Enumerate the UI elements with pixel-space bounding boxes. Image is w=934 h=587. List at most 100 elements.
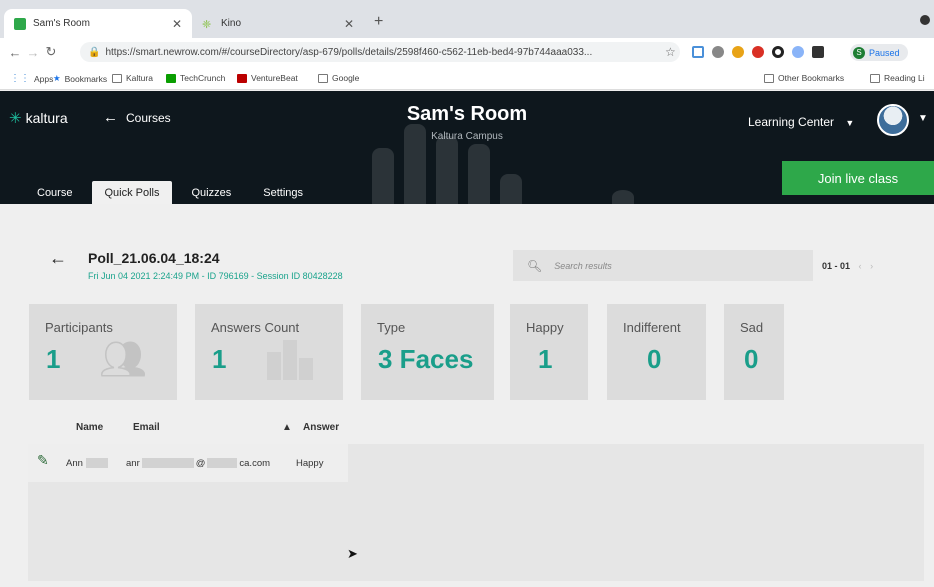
tab-title: Sam's Room [33,18,90,29]
caret-down-icon[interactable]: ▼ [918,113,928,124]
tab-title: Kino [221,18,242,29]
extension-lock-icon[interactable] [732,46,744,58]
stat-card-sad: Sad 0 [724,304,784,400]
next-page-icon[interactable]: › [870,261,873,271]
cell-email: anr @ ca.com [126,458,271,469]
bookmark-techcrunch[interactable]: TechCrunch [166,73,225,83]
extensions-puzzle-icon[interactable] [812,46,824,58]
stat-card-happy: Happy 1 [510,304,588,400]
tab-quizzes[interactable]: Quizzes [180,181,244,204]
page-subtitle: Kaltura Campus [431,131,503,142]
column-header-name[interactable]: Name [76,422,103,433]
sort-asc-icon[interactable]: ▲ [282,422,292,433]
stat-card-indifferent: Indifferent 0 [607,304,706,400]
bookmark-other[interactable]: Other Bookmarks [764,73,844,83]
close-tab-icon[interactable]: ✕ [344,17,354,31]
caret-down-icon: ▼ [845,118,855,128]
app-header: ✳ kaltura ← Courses Sam's Room Kaltura C… [0,91,934,204]
stat-card-type: Type 3 Faces [361,304,494,400]
stat-label: Answers Count [211,320,300,335]
reload-icon[interactable]: ↻ [42,44,60,60]
poll-title: Poll_21.06.04_18:24 [88,250,220,266]
extension-drive-icon[interactable] [692,46,704,58]
pagination: 01 - 01 ‹ › [822,261,873,271]
table-row[interactable]: ✎ Ann anr @ ca.com Happy [28,444,348,482]
redacted-block [141,458,194,469]
techcrunch-icon [166,73,176,83]
folder-icon [112,73,122,83]
apps-grid-icon: ⋮⋮ [10,73,30,84]
close-tab-icon[interactable]: ✕ [172,17,182,31]
header-decoration [500,174,522,204]
extension-o-icon[interactable] [772,46,784,58]
star-icon: ★ [53,73,61,83]
extension-blue-icon[interactable] [792,46,804,58]
stat-value: 1 [46,344,61,374]
tab-quick-polls[interactable]: Quick Polls [92,181,172,204]
bookmark-apps[interactable]: ⋮⋮ Apps [10,73,53,84]
extension-red-icon[interactable] [752,46,764,58]
header-decoration [612,190,634,204]
url-text: https://smart.newrow.com/#/courseDirecto… [105,46,593,58]
redacted-block [207,458,238,469]
profile-paused-button[interactable]: S Paused [850,44,908,61]
bookmark-venturebeat[interactable]: VentureBeat [237,73,298,83]
user-avatar[interactable] [877,104,909,136]
search-input[interactable]: 🔍︎ Search results [513,250,813,281]
results-table: ✎ Ann anr @ ca.com Happy [28,444,924,581]
folder-icon [318,73,328,83]
stat-card-participants: Participants 1 👥︎ [29,304,177,400]
folder-icon [764,73,774,83]
paused-label: Paused [869,47,900,58]
cell-name: Ann [66,458,108,469]
address-bar: ← → ↻ 🔒 https://smart.newrow.com/#/cours… [0,38,934,66]
forward-arrow-icon[interactable]: → [24,45,42,60]
stat-value: 1 [212,344,227,374]
participant-icon: ✎ [37,452,49,468]
stat-label: Type [377,320,406,335]
bookmark-google[interactable]: Google [318,73,359,83]
bookmark-reading-list[interactable]: Reading Li [870,73,925,83]
stat-label: Happy [526,320,564,335]
stat-label: Sad [740,320,764,335]
header-decoration [436,136,458,204]
cell-answer: Happy [296,458,324,469]
url-field[interactable]: 🔒 https://smart.newrow.com/#/courseDirec… [80,42,680,62]
search-icon: 🔍︎ [527,258,543,273]
search-placeholder: Search results [554,260,612,271]
star-icon[interactable]: ☆ [665,45,676,59]
column-header-email[interactable]: Email [133,422,160,433]
column-header-answer[interactable]: Answer [303,422,339,433]
back-arrow-icon[interactable]: ← [6,45,24,60]
kaltura-favicon-icon [14,17,26,30]
mouse-cursor-icon: ➤ [347,546,358,561]
page-range: 01 - 01 [822,261,851,271]
bookmark-bookmarks[interactable]: ★ Bookmarks [53,73,107,84]
back-arrow-icon[interactable]: ← [49,248,67,269]
stat-value: 0 [744,344,759,374]
prev-page-icon[interactable]: ‹ [859,261,862,271]
new-tab-icon[interactable]: + [374,13,383,31]
reading-list-icon [870,73,880,83]
browser-tab-kino[interactable]: ❈ Kino ✕ [192,9,364,38]
bookmark-kaltura[interactable]: Kaltura [112,73,153,83]
profile-avatar-icon: S [853,46,865,59]
people-icon: 👥︎ [99,339,148,381]
learning-center-dropdown[interactable]: Learning Center ▼ [748,115,854,129]
header-decoration [372,148,394,204]
browser-tab-sams-room[interactable]: Sam's Room ✕ [4,9,192,38]
header-decoration [468,144,490,204]
join-live-class-button[interactable]: Join live class [782,161,934,195]
stat-value: 0 [647,344,662,374]
window-control-icon[interactable] [920,15,930,25]
tab-settings[interactable]: Settings [251,181,315,204]
stat-value: 1 [538,344,553,374]
stat-label: Participants [45,320,113,335]
redacted-block [85,458,108,469]
poll-meta: Fri Jun 04 2021 2:24:49 PM - ID 796169 -… [88,271,343,281]
lock-icon: 🔒 [88,46,101,58]
extension-gray-icon[interactable] [712,46,724,58]
podium-icon [267,340,315,380]
tab-course[interactable]: Course [25,181,84,204]
stat-value: 3 Faces [378,344,474,374]
